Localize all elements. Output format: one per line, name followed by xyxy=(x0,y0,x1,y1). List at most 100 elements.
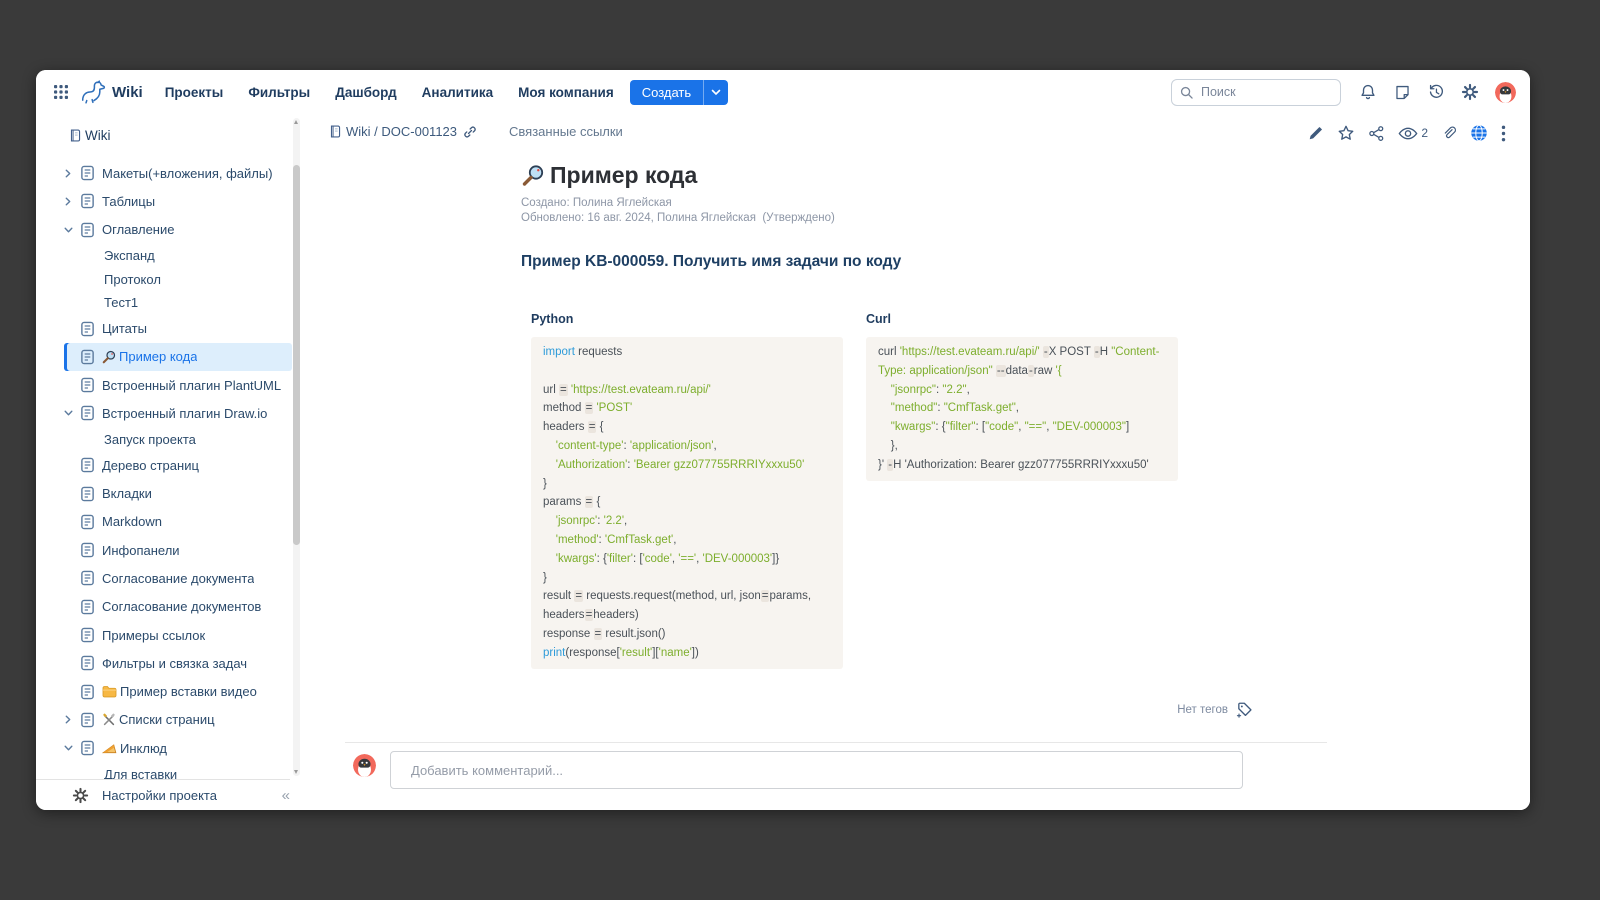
chevron-right-icon[interactable] xyxy=(64,169,80,178)
sidebar-item-label: Пример кода xyxy=(119,349,197,364)
code-line: 'method': 'CmfTask.get', xyxy=(543,531,831,550)
sidebar-item[interactable]: Фильтры и связка задач xyxy=(64,649,292,677)
code-line: import requests xyxy=(543,343,831,362)
code-block-title: Python xyxy=(531,312,843,326)
sidebar-item[interactable]: Встроенный плагин PlantUML xyxy=(64,371,292,399)
nav-item-4[interactable]: Аналитика xyxy=(422,85,493,100)
sidebar-item[interactable]: Markdown xyxy=(64,508,292,536)
topbar-icons xyxy=(1357,81,1516,103)
sidebar-item[interactable]: Примеры ссылок xyxy=(64,621,292,649)
desktop-background: Wiki Проекты Фильтры Дашборд Аналитика Моя к… xyxy=(0,0,1600,900)
sidebar-item[interactable]: Протокол xyxy=(64,267,292,291)
code-line: response = result.json() xyxy=(543,625,831,644)
history-icon[interactable] xyxy=(1425,81,1447,103)
project-settings-label[interactable]: Настройки проекта xyxy=(102,788,217,803)
sidebar-item[interactable]: Тест1 xyxy=(64,291,292,315)
chevron-right-icon[interactable] xyxy=(64,715,80,724)
sidebar-item[interactable]: Таблицы xyxy=(64,187,292,215)
book-icon xyxy=(328,124,342,139)
search-input[interactable] xyxy=(1199,84,1332,100)
chevron-down-icon[interactable] xyxy=(64,226,80,234)
sidebar-item[interactable]: Цитаты xyxy=(64,314,292,342)
breadcrumb-label[interactable]: Wiki / DOC-001123 xyxy=(346,124,457,139)
app-title[interactable]: Wiki xyxy=(112,84,143,101)
document-icon xyxy=(80,405,102,421)
sidebar-item[interactable]: Согласование документов xyxy=(64,593,292,621)
user-avatar[interactable] xyxy=(1495,82,1516,103)
tab-related-links[interactable]: Связанные ссылки xyxy=(509,124,623,139)
document-icon xyxy=(80,165,102,181)
chevron-down-icon[interactable] xyxy=(64,744,80,752)
attachment-paperclip-icon[interactable] xyxy=(1441,125,1457,142)
nav-item-5[interactable]: Моя компания xyxy=(518,85,614,100)
nav-item-2[interactable]: Фильтры xyxy=(248,85,310,100)
code-line: "kwargs": {"filter": ["code", "==", "DEV… xyxy=(878,418,1166,437)
edit-pencil-icon[interactable] xyxy=(1307,125,1324,142)
dino-logo-icon[interactable] xyxy=(80,80,107,104)
chevron-down-icon[interactable] xyxy=(64,409,80,417)
sidebar-item-label: Цитаты xyxy=(102,321,147,336)
page-title: Пример кода xyxy=(521,162,697,189)
chevron-right-icon[interactable] xyxy=(64,197,80,206)
code-column-curl: Curlcurl 'https://test.evateam.ru/api/' … xyxy=(866,312,1178,481)
create-button-label[interactable]: Создать xyxy=(630,80,703,105)
sidebar-item[interactable]: Списки страниц xyxy=(64,706,292,734)
sidebar-wiki-header[interactable]: Wiki xyxy=(68,128,111,143)
scrollbar-thumb[interactable] xyxy=(293,165,300,545)
nav-item-1[interactable]: Проекты xyxy=(165,85,224,100)
page-title-text: Пример кода xyxy=(550,162,697,189)
sidebar-item[interactable]: Макеты(+вложения, файлы) xyxy=(64,159,292,187)
sidebar-item[interactable]: Пример вставки видео xyxy=(64,677,292,705)
sidebar-item[interactable]: Инфопанели xyxy=(64,536,292,564)
current-user-avatar[interactable] xyxy=(353,754,376,777)
section-heading: Пример KB-000059. Получить имя задачи по… xyxy=(521,253,901,271)
sidebar-item[interactable]: Запуск проекта xyxy=(64,428,292,452)
add-tag-icon[interactable] xyxy=(1236,701,1253,718)
scroll-up-arrow-icon[interactable] xyxy=(294,120,298,124)
sidebar-item[interactable]: Встроенный плагин Draw.io xyxy=(64,399,292,427)
project-settings-gear-icon[interactable] xyxy=(72,787,89,804)
sidebar-item[interactable]: Экспанд xyxy=(64,244,292,268)
search-box[interactable] xyxy=(1171,79,1341,106)
sidebar-item[interactable]: Для вставки xyxy=(64,762,292,779)
more-kebab-icon[interactable] xyxy=(1501,125,1506,142)
sidebar-item[interactable]: Инклюд xyxy=(64,734,292,762)
link-chain-icon[interactable] xyxy=(463,125,477,139)
create-button[interactable]: Создать xyxy=(630,80,728,105)
watchers-eye-icon[interactable]: 2 xyxy=(1398,126,1428,141)
sidebar-collapse-button[interactable]: « xyxy=(282,787,290,804)
sidebar-item[interactable]: Согласование документа xyxy=(64,564,292,592)
sidebar-item-label: Встроенный плагин Draw.io xyxy=(102,406,267,421)
document-icon xyxy=(80,486,102,502)
document-icon xyxy=(80,570,102,586)
sidebar-item[interactable]: Вкладки xyxy=(64,479,292,507)
code-block[interactable]: curl 'https://test.evateam.ru/api/' -X P… xyxy=(866,337,1178,481)
public-globe-icon[interactable] xyxy=(1470,124,1488,142)
sidebar-item[interactable]: Дерево страниц xyxy=(64,451,292,479)
app-grid-icon[interactable] xyxy=(50,81,72,103)
document-icon xyxy=(80,599,102,615)
book-icon xyxy=(68,128,82,143)
favorite-star-icon[interactable] xyxy=(1337,124,1355,142)
document-icon xyxy=(80,321,102,337)
sidebar-scrollbar[interactable] xyxy=(293,118,300,776)
sidebar-item-label: Оглавление xyxy=(102,222,174,237)
code-block[interactable]: import requests url = 'https://test.evat… xyxy=(531,337,843,669)
share-icon[interactable] xyxy=(1368,125,1385,142)
notes-icon[interactable] xyxy=(1391,81,1413,103)
sidebar-item[interactable]: Пример кода xyxy=(64,343,292,371)
comment-input[interactable] xyxy=(390,751,1243,789)
create-dropdown-caret-icon[interactable] xyxy=(703,80,728,105)
sidebar-item[interactable]: Оглавление xyxy=(64,216,292,244)
sidebar-item-label: Протокол xyxy=(104,272,161,287)
nav-item-3[interactable]: Дашборд xyxy=(335,85,396,100)
notifications-bell-icon[interactable] xyxy=(1357,81,1379,103)
breadcrumb[interactable]: Wiki / DOC-001123 xyxy=(328,124,477,139)
page-meta: Создано: Полина Яглейская Обновлено: 16 … xyxy=(521,196,835,225)
sidebar-item-label: Согласование документов xyxy=(102,599,261,614)
code-line: 'content-type': 'application/json', xyxy=(543,437,831,456)
topbar: Wiki Проекты Фильтры Дашборд Аналитика Моя к… xyxy=(36,70,1530,114)
settings-gear-icon[interactable] xyxy=(1459,81,1481,103)
sidebar-item-label: Инфопанели xyxy=(102,543,180,558)
scroll-down-arrow-icon[interactable] xyxy=(294,770,298,774)
